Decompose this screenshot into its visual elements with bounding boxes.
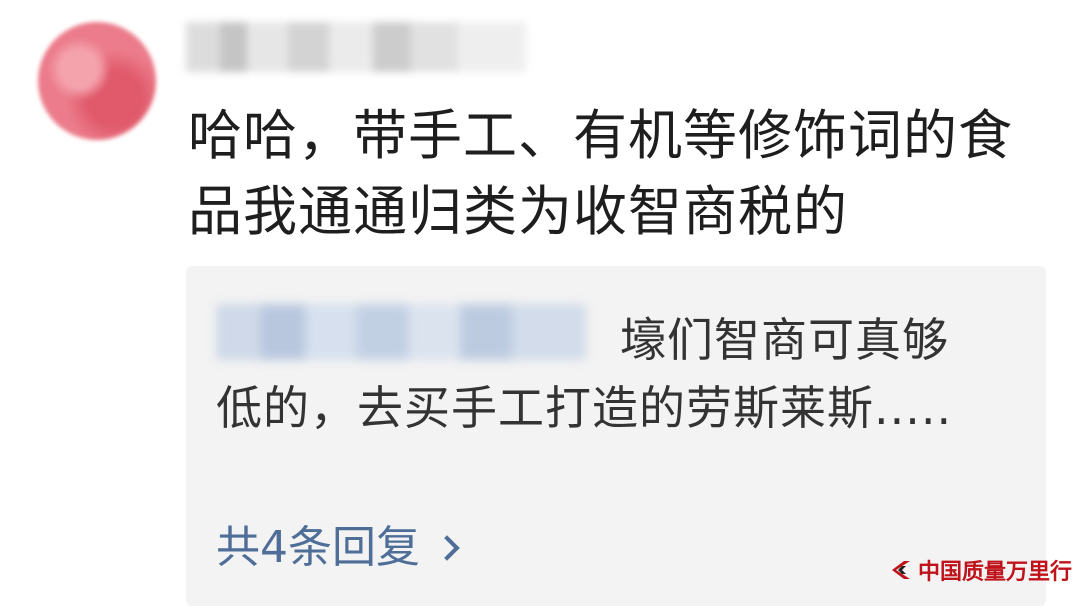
watermark-logo-icon xyxy=(891,561,910,579)
view-replies-link[interactable]: 共4条回复 xyxy=(216,518,460,578)
comment-text: 哈哈，带手工、有机等修饰词的食品我通通归类为收智商税的 xyxy=(188,104,1013,243)
reply-text: 壕们智商可真够低的，去买手工打造的劳斯莱斯..... xyxy=(216,313,953,435)
reply-count-label: 共4条回复 xyxy=(216,522,420,573)
watermark-text: 中国质量万里行 xyxy=(917,559,1072,585)
username-blurred[interactable] xyxy=(186,22,526,72)
chevron-right-icon xyxy=(434,535,460,561)
watermark: 中国质量万里行 xyxy=(888,554,1072,586)
avatar[interactable] xyxy=(38,22,156,140)
